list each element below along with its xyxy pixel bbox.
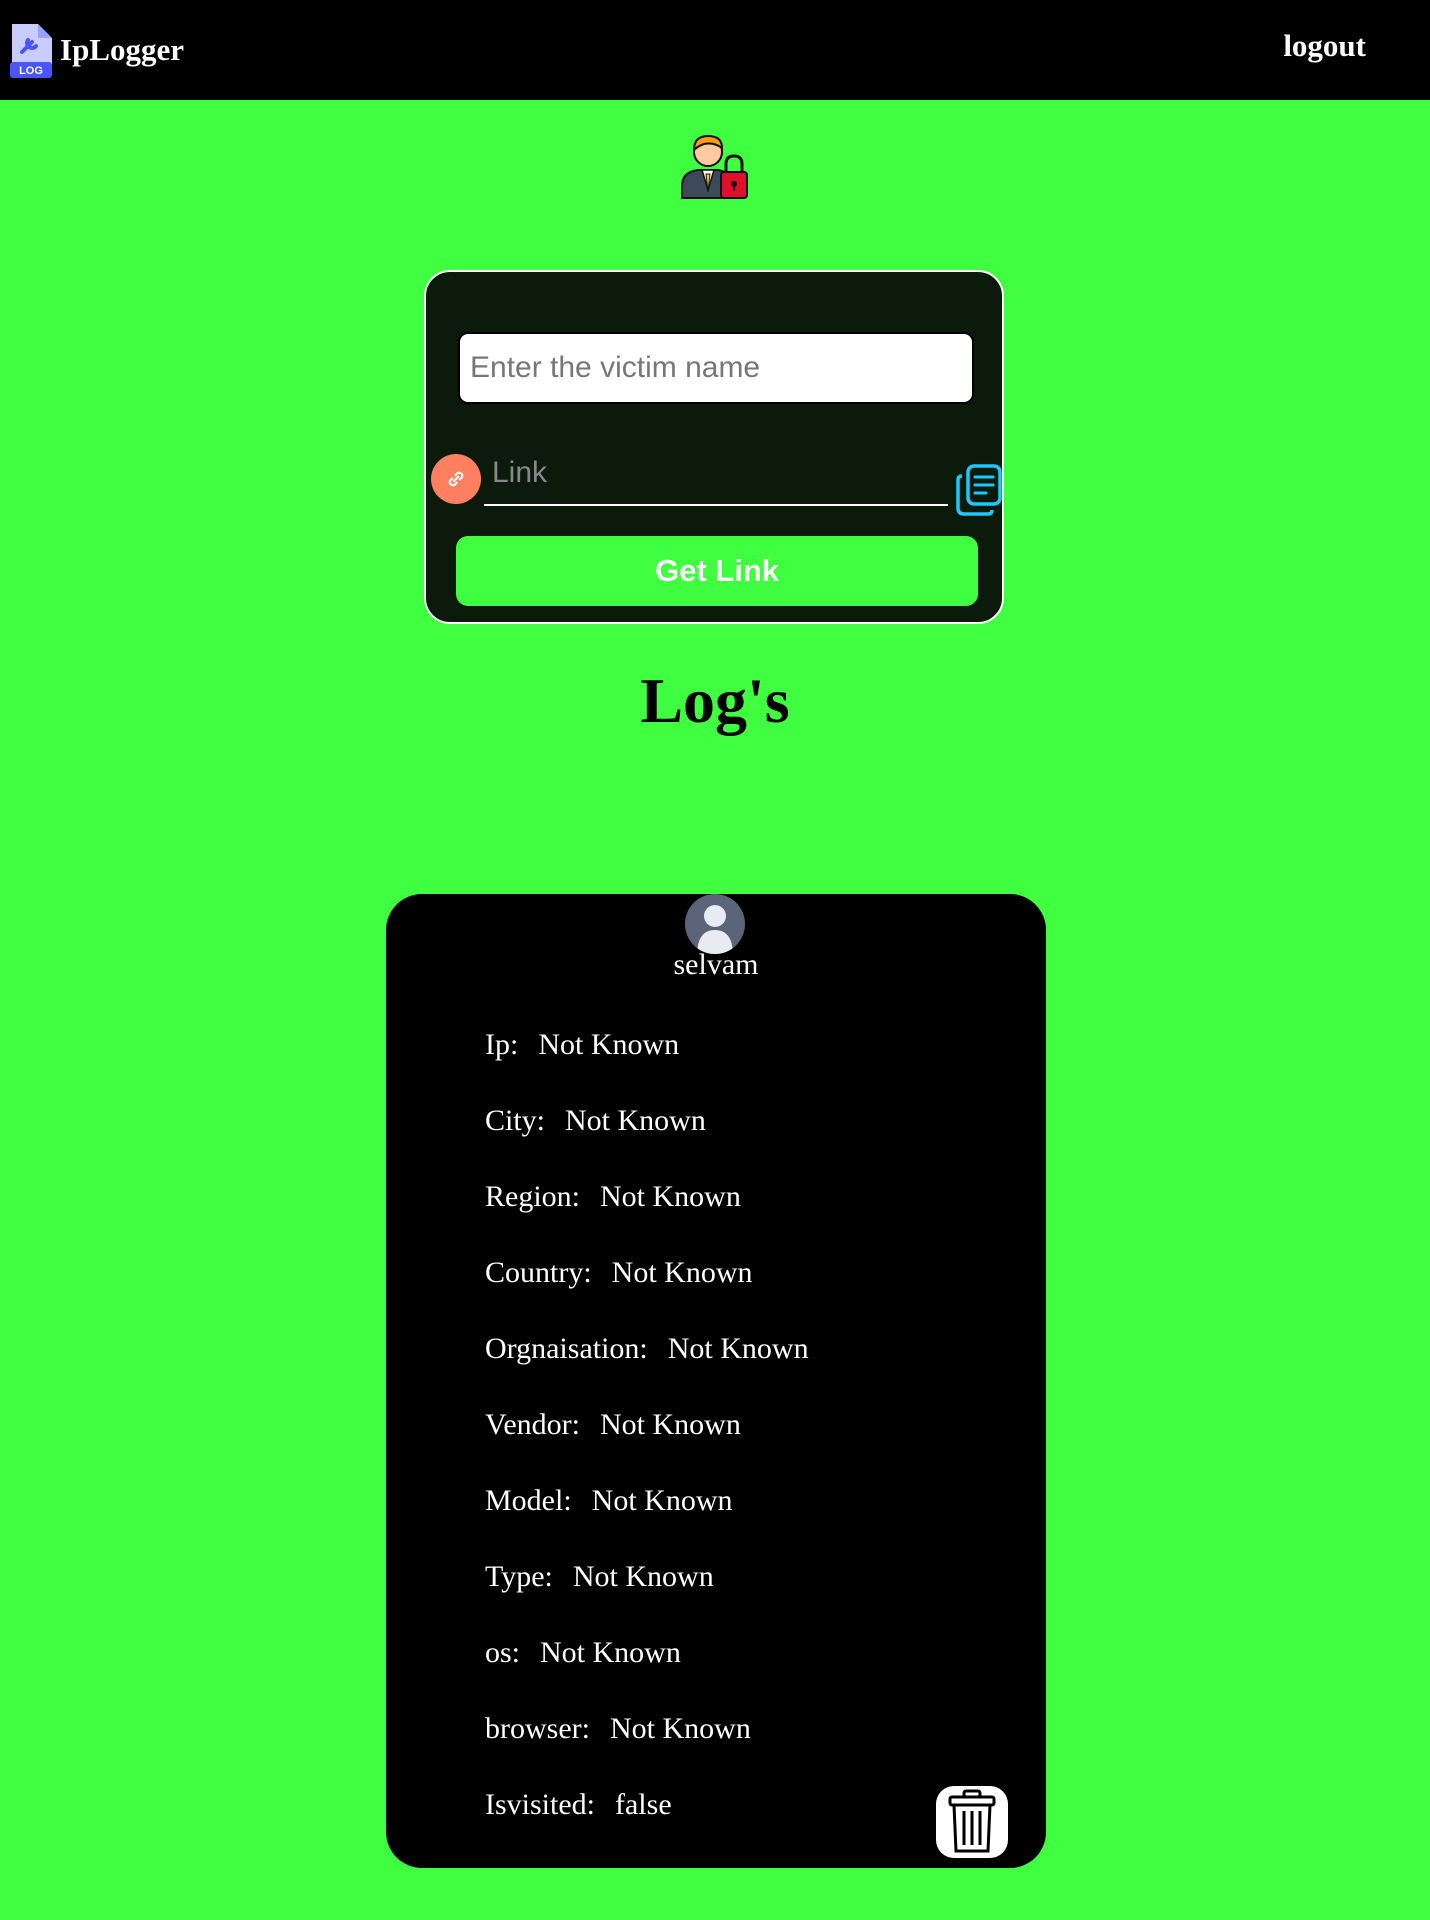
navbar: LOG IpLogger logout [0, 0, 1430, 100]
field-value: Not Known [540, 1636, 681, 1669]
brand[interactable]: LOG IpLogger [8, 22, 184, 78]
get-link-button[interactable]: Get Link [456, 536, 978, 606]
field-value: false [615, 1788, 672, 1821]
user-lock-icon [681, 134, 748, 199]
field-os: os: Not Known [485, 1636, 809, 1712]
field-label: Orgnaisation: [485, 1332, 648, 1365]
log-entry-card: selvam Ip: Not Known City: Not Known Regio… [386, 894, 1046, 1868]
copy-icon[interactable] [956, 464, 1002, 516]
logout-link[interactable]: logout [1283, 28, 1366, 64]
field-label: Type: [485, 1560, 553, 1593]
field-ip: Ip: Not Known [485, 1028, 809, 1104]
field-value: Not Known [572, 1560, 714, 1593]
field-label: Ip: [485, 1028, 519, 1061]
field-label: browser: [485, 1712, 590, 1745]
field-browser: browser: Not Known [485, 1712, 809, 1788]
victim-name-input[interactable] [458, 332, 974, 404]
field-type: Type: Not Known [485, 1560, 809, 1636]
field-organisation: Orgnaisation: Not Known [485, 1332, 809, 1408]
field-value: Not Known [565, 1104, 706, 1137]
link-icon-badge [431, 454, 481, 504]
field-value: Not Known [591, 1484, 733, 1517]
field-value: Not Known [538, 1028, 680, 1061]
field-isvisited: Isvisited: false [485, 1788, 809, 1864]
field-label: Vendor: [485, 1408, 580, 1441]
field-label: Country: [485, 1256, 592, 1289]
field-label: City: [485, 1104, 546, 1137]
delete-log-button[interactable] [936, 1786, 1008, 1858]
link-icon [448, 471, 464, 487]
field-region: Region: Not Known [485, 1180, 809, 1256]
field-value: Not Known [599, 1408, 741, 1441]
user-avatar-icon [685, 894, 745, 954]
field-city: City: Not Known [485, 1104, 809, 1180]
field-label: Model: [485, 1484, 572, 1517]
field-value: Not Known [609, 1712, 751, 1745]
log-fields: Ip: Not Known City: Not Known Region: Not K… [485, 1028, 809, 1864]
field-label: os: [485, 1636, 521, 1669]
log-file-wrench-icon: LOG [10, 24, 52, 78]
brand-name: IpLogger [60, 32, 184, 67]
logs-heading: Log's [640, 665, 790, 736]
field-vendor: Vendor: Not Known [485, 1408, 809, 1484]
field-value: Not Known [667, 1332, 809, 1365]
field-value: Not Known [600, 1180, 741, 1213]
link-generator-form: Get Link [424, 270, 1004, 624]
brand-logo-text: LOG [19, 65, 43, 77]
field-value: Not Known [611, 1256, 753, 1289]
field-label: Region: [485, 1180, 580, 1213]
trash-icon [948, 1789, 996, 1853]
field-model: Model: Not Known [485, 1484, 809, 1560]
field-label: Isvisited: [485, 1788, 595, 1821]
victim-name: selvam [673, 948, 759, 981]
generated-link-field[interactable] [484, 442, 948, 506]
field-country: Country: Not Known [485, 1256, 809, 1332]
